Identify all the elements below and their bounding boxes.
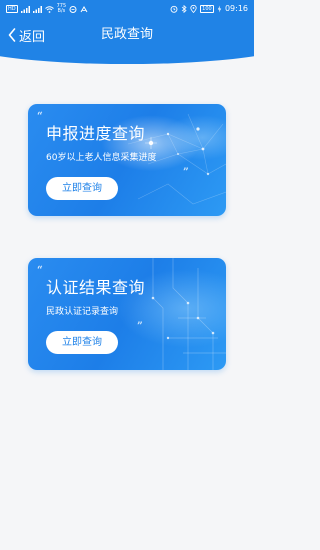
alarm-icon [170, 0, 178, 18]
hd-indicator: HD [6, 5, 18, 13]
page-title: 民政查询 [100, 27, 153, 42]
quote-open-icon: “ [37, 111, 43, 122]
card-title: 申报进度查询 [46, 124, 146, 143]
card-title: 认证结果查询 [46, 278, 146, 297]
card-subtitle: 60岁以上老人信息采集进度 [46, 153, 157, 163]
status-bar: HD 775 B/s 100 09:16 [0, 0, 254, 18]
status-right: 100 09:16 [170, 0, 248, 18]
quote-close-icon: ” [183, 167, 189, 178]
card-subtitle: 民政认证记录查询 [46, 307, 119, 317]
bluetooth-icon [181, 0, 187, 18]
signal-icon [20, 0, 30, 18]
app-notification-icon [80, 0, 88, 18]
quote-open-icon: “ [37, 265, 43, 276]
certification-query-card[interactable]: “ 认证结果查询 民政认证记录查询 ” 立即查询 [28, 258, 226, 370]
wifi-icon [44, 0, 54, 18]
screen: HD 775 B/s 100 09:16 返回 民政查询 “ 申报进度查询 60… [0, 0, 254, 550]
network-speed: 775 B/s [57, 0, 67, 18]
network-speed-unit: B/s [57, 8, 66, 14]
header: HD 775 B/s 100 09:16 返回 民政查询 [0, 0, 254, 66]
query-now-button[interactable]: 立即查询 [46, 331, 118, 354]
status-left: HD 775 B/s [6, 0, 88, 18]
battery-level: 100 [199, 5, 214, 13]
charging-icon [217, 0, 222, 18]
quote-close-icon: ” [137, 321, 143, 332]
query-now-button[interactable]: 立即查询 [46, 177, 118, 200]
message-icon [69, 0, 77, 18]
location-icon [190, 0, 197, 18]
signal-2-icon [32, 0, 42, 18]
nav-bar: 返回 民政查询 [0, 20, 254, 50]
battery-icon: 100 [199, 0, 214, 18]
progress-query-card[interactable]: “ 申报进度查询 60岁以上老人信息采集进度 ” 立即查询 [28, 104, 226, 216]
clock-time: 09:16 [224, 4, 248, 13]
